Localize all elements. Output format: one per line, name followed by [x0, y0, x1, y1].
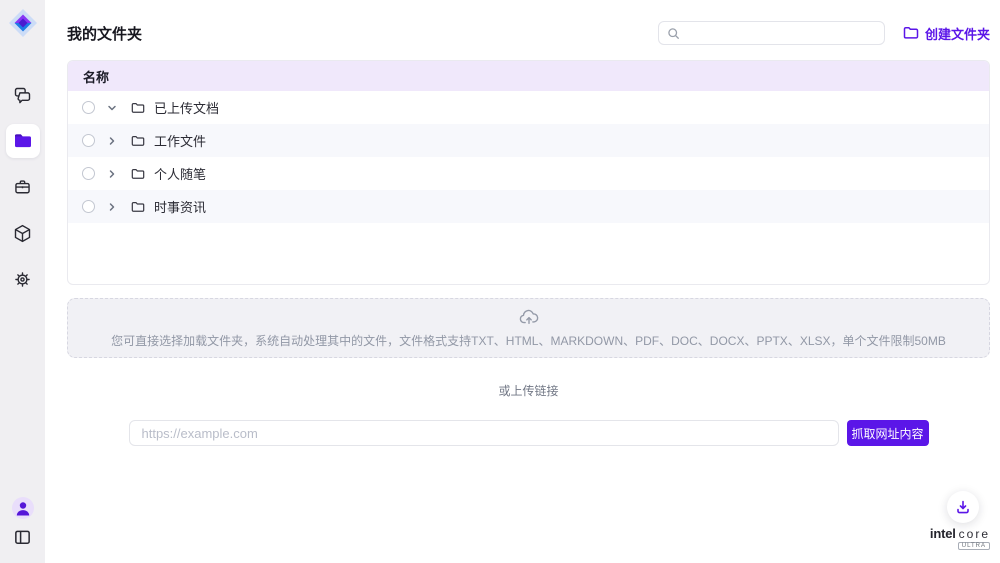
row-checkbox[interactable] [82, 200, 95, 213]
intel-core-ultra-logo: intel core ultra [930, 526, 990, 550]
chevron-down-icon[interactable] [106, 102, 118, 114]
search-icon [667, 27, 680, 40]
download-icon [955, 499, 971, 515]
user-avatar-icon [12, 497, 34, 519]
sidebar [0, 0, 45, 563]
table-row[interactable]: 个人随笔 [68, 157, 989, 190]
sidebar-nav [6, 78, 40, 308]
panel-toggle-icon [13, 528, 32, 547]
fetch-url-button[interactable]: 抓取网址内容 [847, 420, 929, 446]
chevron-right-icon[interactable] [106, 168, 118, 180]
table-row[interactable]: 时事资讯 [68, 190, 989, 223]
chevron-right-icon[interactable] [106, 201, 118, 213]
folder-icon [131, 200, 145, 214]
create-folder-label: 创建文件夹 [925, 24, 990, 43]
search-input[interactable] [686, 26, 876, 40]
folder-name[interactable]: 已上传文档 [154, 98, 219, 117]
folder-name[interactable]: 时事资讯 [154, 197, 206, 216]
gear-icon [12, 269, 33, 290]
brand-ultra-badge: ultra [958, 542, 990, 550]
page-title: 我的文件夹 [67, 23, 142, 44]
upload-hint: 您可直接选择加载文件夹，系统自动处理其中的文件，文件格式支持TXT、HTML、M… [111, 332, 946, 349]
row-checkbox[interactable] [82, 167, 95, 180]
app-logo-icon [6, 6, 40, 40]
folder-name[interactable]: 工作文件 [154, 131, 206, 150]
folder-icon [131, 101, 145, 115]
user-avatar[interactable] [12, 497, 34, 519]
cube-icon [12, 223, 33, 244]
folder-icon [131, 167, 145, 181]
or-upload-link-label: 或上传链接 [67, 382, 990, 399]
page-header: 我的文件夹 创建文件夹 [67, 0, 990, 46]
brand-core-text: core [959, 527, 990, 541]
table-header: 名称 [68, 61, 989, 91]
row-checkbox[interactable] [82, 101, 95, 114]
sidebar-item-chat[interactable] [6, 78, 40, 112]
create-folder-icon [903, 25, 919, 41]
folder-table: 名称 已上传文档 工作文件 [67, 60, 990, 285]
cloud-upload-icon [518, 307, 540, 329]
panel-toggle[interactable] [13, 528, 32, 547]
sidebar-item-models[interactable] [6, 216, 40, 250]
sidebar-item-workspace[interactable] [6, 170, 40, 204]
url-upload-row: 抓取网址内容 [129, 420, 929, 446]
folder-icon [13, 131, 33, 151]
sidebar-bottom [0, 497, 45, 547]
name-column-header: 名称 [83, 67, 109, 86]
briefcase-icon [12, 177, 33, 198]
row-checkbox[interactable] [82, 134, 95, 147]
sidebar-item-settings[interactable] [6, 262, 40, 296]
chat-icon [12, 85, 33, 106]
main-content: 我的文件夹 创建文件夹 [45, 0, 1000, 563]
table-row[interactable]: 已上传文档 [68, 91, 989, 124]
chevron-right-icon[interactable] [106, 135, 118, 147]
upload-dropzone[interactable]: 您可直接选择加载文件夹，系统自动处理其中的文件，文件格式支持TXT、HTML、M… [67, 298, 990, 358]
folder-name[interactable]: 个人随笔 [154, 164, 206, 183]
create-folder-button[interactable]: 创建文件夹 [903, 24, 990, 43]
search-box [658, 21, 885, 45]
brand-intel-text: intel [930, 526, 956, 541]
table-row[interactable]: 工作文件 [68, 124, 989, 157]
sidebar-item-folders[interactable] [6, 124, 40, 158]
folder-icon [131, 134, 145, 148]
url-input[interactable] [129, 420, 839, 446]
download-fab-button[interactable] [947, 491, 979, 523]
